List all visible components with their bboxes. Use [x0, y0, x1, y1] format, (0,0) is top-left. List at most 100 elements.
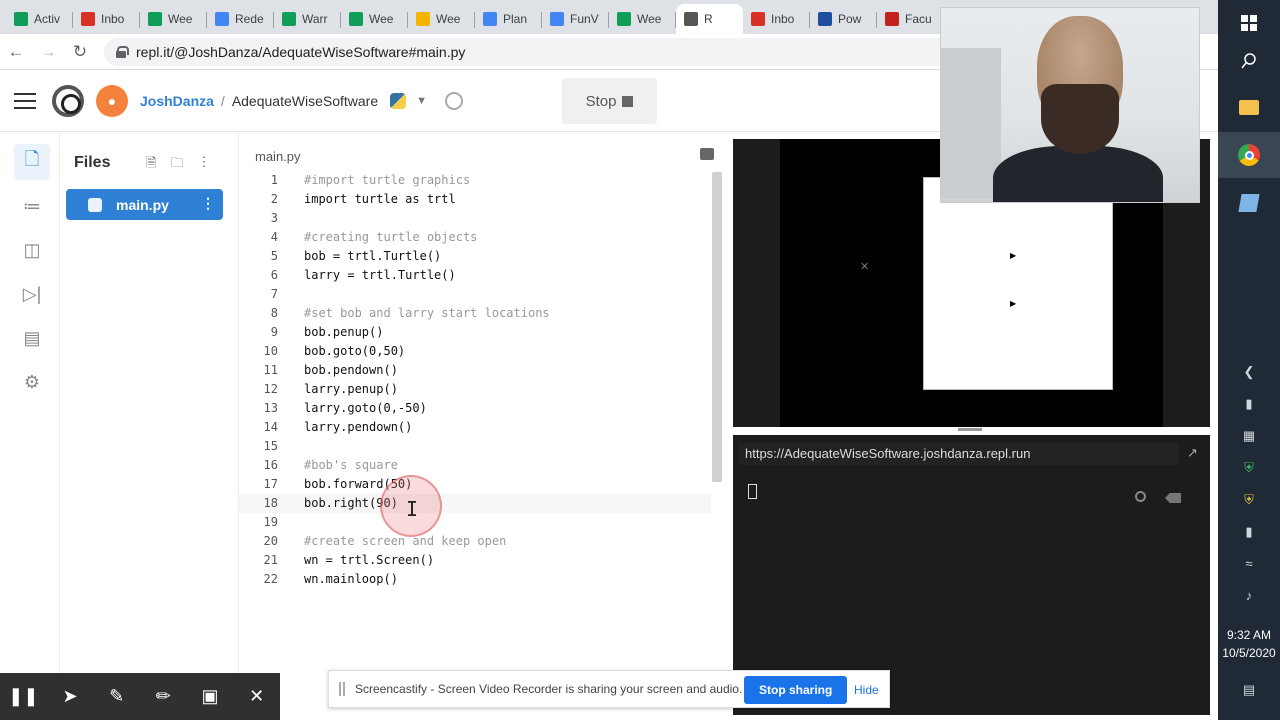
menu-icon[interactable]: [14, 92, 36, 109]
add-file-icon[interactable]: 🗎: [146, 154, 156, 176]
browser-tab[interactable]: Inbo: [743, 4, 810, 34]
stop-button[interactable]: Stop: [562, 78, 657, 124]
chevron-down-icon[interactable]: ▼: [416, 95, 427, 107]
browser-tab[interactable]: Wee: [341, 4, 408, 34]
usb-icon[interactable]: ▮: [1218, 396, 1280, 412]
browser-tab[interactable]: FunV: [542, 4, 609, 34]
code-line[interactable]: 20 #create screen and keep open: [239, 532, 711, 551]
forward-icon[interactable]: →: [32, 36, 64, 68]
stop-sharing-button[interactable]: Stop sharing: [744, 676, 848, 704]
chrome-icon[interactable]: [1218, 132, 1280, 178]
code-line[interactable]: 4 #creating turtle objects: [239, 228, 711, 247]
editor-tab[interactable]: main.py: [239, 142, 317, 170]
reload-icon[interactable]: ↻: [64, 36, 96, 68]
drag-handle-icon[interactable]: [339, 682, 345, 696]
camera-icon[interactable]: ▣: [187, 673, 234, 720]
username-link[interactable]: JoshDanza: [140, 93, 214, 109]
code-line[interactable]: 15: [239, 437, 711, 456]
browser-tab[interactable]: Wee: [609, 4, 676, 34]
code-line[interactable]: 22 wn.mainloop(): [239, 570, 711, 589]
app-icon[interactable]: [1218, 180, 1280, 226]
search-icon[interactable]: [1135, 491, 1146, 502]
code-line[interactable]: 10 bob.goto(0,50): [239, 342, 711, 361]
browser-tab[interactable]: Wee: [140, 4, 207, 34]
code-line[interactable]: 14 larry.pendown(): [239, 418, 711, 437]
packages-icon[interactable]: ◫: [14, 232, 50, 268]
code-line[interactable]: 6 larry = trtl.Turtle(): [239, 266, 711, 285]
pointer-icon[interactable]: ➤: [47, 673, 94, 720]
code-line[interactable]: 16 #bob's square: [239, 456, 711, 475]
code-line[interactable]: 19: [239, 513, 711, 532]
highlighter-icon[interactable]: ✏: [140, 673, 187, 720]
browser-tab[interactable]: Warr: [274, 4, 341, 34]
lock-icon: [116, 45, 129, 58]
code-line[interactable]: 5 bob = trtl.Turtle(): [239, 247, 711, 266]
pane-resize-handle[interactable]: [958, 428, 982, 431]
open-external-icon[interactable]: ↗: [1187, 445, 1198, 461]
project-name[interactable]: AdequateWiseSoftware: [232, 93, 378, 109]
replit-logo[interactable]: [52, 84, 84, 117]
code-line[interactable]: 17 bob.forward(50): [239, 475, 711, 494]
database-icon[interactable]: ▤: [14, 320, 50, 356]
code-line[interactable]: 7: [239, 285, 711, 304]
code-line[interactable]: 3: [239, 209, 711, 228]
close-x-icon[interactable]: ✕: [860, 260, 869, 273]
clock[interactable]: 9:32 AM 10/5/2020: [1218, 626, 1280, 662]
browser-tab[interactable]: Wee: [408, 4, 475, 34]
code-line[interactable]: 18 bob.right(90): [239, 494, 711, 513]
search-taskbar-icon[interactable]: [1218, 38, 1280, 84]
code-line[interactable]: 9 bob.penup(): [239, 323, 711, 342]
code-line[interactable]: 8 #set bob and larry start locations: [239, 304, 711, 323]
code-text: larry = trtl.Turtle(): [304, 268, 456, 282]
chevron-left-icon[interactable]: ❮: [1218, 364, 1280, 380]
tab-favicon-icon: [148, 12, 162, 26]
line-number: 7: [270, 287, 278, 301]
browser-tab[interactable]: Plan: [475, 4, 542, 34]
back-icon[interactable]: ←: [0, 36, 32, 68]
url-field[interactable]: repl.it/@JoshDanza/AdequateWiseSoftware#…: [104, 37, 1004, 66]
browser-tab[interactable]: Activ: [6, 4, 73, 34]
code-lines[interactable]: 1 #import turtle graphics 2 import turtle a…: [239, 171, 711, 589]
file-item-main-py[interactable]: main.py ⋮: [66, 189, 223, 220]
pen-icon[interactable]: ✎: [93, 673, 140, 720]
more-options-icon[interactable]: ⋮: [197, 154, 210, 176]
debugger-icon[interactable]: ▷|: [14, 276, 50, 312]
settings-gear-icon[interactable]: ⚙: [14, 364, 50, 400]
code-line[interactable]: 1 #import turtle graphics: [239, 171, 711, 190]
webview-url[interactable]: https://AdequateWiseSoftware.joshdanza.r…: [739, 443, 1179, 465]
editor-scrollbar[interactable]: [712, 172, 722, 482]
add-folder-icon[interactable]: 🗀: [170, 154, 183, 176]
code-line[interactable]: 13 larry.goto(0,-50): [239, 399, 711, 418]
wifi-icon[interactable]: ≈: [1218, 556, 1280, 571]
shield-icon[interactable]: ⛨: [1218, 492, 1280, 508]
code-line[interactable]: 21 wn = trtl.Screen(): [239, 551, 711, 570]
browser-tab[interactable]: Inbo: [73, 4, 140, 34]
avatar[interactable]: ●: [96, 84, 128, 117]
format-icon[interactable]: [700, 148, 714, 160]
browser-tab[interactable]: Pow: [810, 4, 877, 34]
share-icon[interactable]: ≔: [14, 188, 50, 224]
browser-tab[interactable]: Rede: [207, 4, 274, 34]
history-icon[interactable]: [445, 91, 464, 110]
code-line[interactable]: 11 bob.pendown(): [239, 361, 711, 380]
close-icon[interactable]: ✕: [233, 673, 280, 720]
clear-console-icon[interactable]: [1165, 493, 1181, 503]
files-icon[interactable]: 🗋: [14, 144, 50, 180]
pause-icon[interactable]: ❚❚: [0, 673, 47, 720]
code-line[interactable]: 2 import turtle as trtl: [239, 190, 711, 209]
tab-label: Wee: [436, 12, 461, 26]
file-menu-icon[interactable]: ⋮: [201, 195, 215, 212]
turtle-screen: ▶ ▶: [923, 177, 1113, 390]
url-text: repl.it/@JoshDanza/AdequateWiseSoftware#…: [136, 43, 466, 60]
browser-tab[interactable]: Facu: [877, 4, 944, 34]
code-line[interactable]: 12 larry.penup(): [239, 380, 711, 399]
battery-icon[interactable]: ▮: [1218, 524, 1280, 540]
screen-icon[interactable]: ▦: [1218, 428, 1280, 444]
hide-button[interactable]: Hide: [854, 676, 879, 704]
security-shield-icon[interactable]: ⛨: [1218, 460, 1280, 476]
notifications-icon[interactable]: ▤: [1218, 682, 1280, 698]
code-editor[interactable]: main.py 1 #import turtle graphics 2 import …: [238, 132, 730, 720]
volume-icon[interactable]: ♪: [1218, 588, 1280, 603]
browser-tab[interactable]: R: [676, 4, 743, 34]
file-explorer-icon[interactable]: [1218, 84, 1280, 130]
